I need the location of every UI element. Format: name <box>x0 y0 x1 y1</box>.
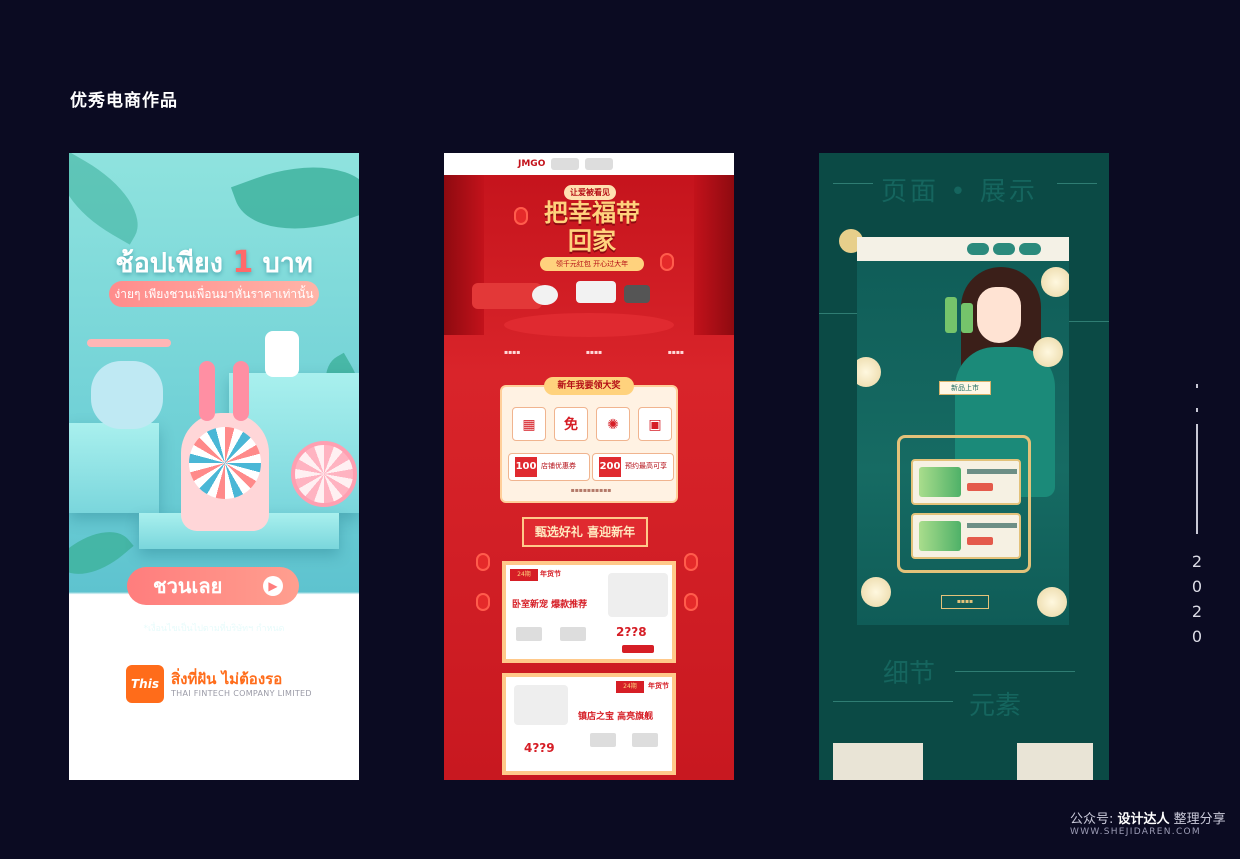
year-digit: 0 <box>1191 577 1203 596</box>
campaign-title: 把幸福带回家 <box>544 199 640 255</box>
year-digit: 2 <box>1191 552 1203 571</box>
curtain-right <box>694 175 734 335</box>
product-thumb <box>516 627 542 641</box>
brand-company: THAI FINTECH COMPANY LIMITED <box>171 689 312 698</box>
leaf-decoration <box>230 153 359 254</box>
peony-decoration <box>1037 587 1067 617</box>
lantern-icon <box>660 253 674 271</box>
store-logo: JMGO <box>518 159 546 169</box>
page-title: 优秀电商作品 <box>70 91 178 111</box>
panel-note: ▪▪▪▪▪▪▪▪▪▪ <box>570 487 612 494</box>
coupon-200[interactable]: 200 预约最高可享 <box>592 453 674 481</box>
prize-icon[interactable]: ▣ <box>638 407 672 441</box>
lantern-icon <box>684 553 698 571</box>
leaf-decoration <box>69 515 134 591</box>
detail-title: 细节 <box>883 659 936 689</box>
product-bottle <box>945 297 957 333</box>
gift-icon[interactable]: ▦ <box>512 407 546 441</box>
new-arrival-sign: 新品上市 <box>939 381 991 395</box>
year-digit: 0 <box>1191 627 1203 646</box>
product-card[interactable] <box>911 513 1021 559</box>
showcase-nav <box>857 237 1069 261</box>
view-more-button[interactable]: ▪▪▪▪ <box>941 595 989 609</box>
year-divider <box>1196 408 1198 412</box>
product-image <box>608 573 668 617</box>
projector-product <box>624 285 650 303</box>
brand-slogan: สิ่งที่ฝัน ไม่ต้องรอ <box>171 670 283 688</box>
product-image <box>514 685 568 725</box>
campaign-ribbon: 领千元红包 开心过大年 <box>540 257 644 271</box>
peony-decoration <box>1041 267 1069 297</box>
product-thumb <box>590 733 616 747</box>
free-icon[interactable]: 免 <box>554 407 588 441</box>
year-divider <box>1196 384 1198 388</box>
clip-fan-product <box>291 441 357 507</box>
watermark: 公众号: 设计达人 整理分享 <box>1070 812 1226 827</box>
cat-fan-product <box>91 361 163 429</box>
section-banner: 甄选好礼 喜迎新年 <box>522 517 648 547</box>
cny-promo-card[interactable]: JMGO 让爱被看见 把幸福带回家 领千元红包 开心过大年 ▪▪▪▪ ▪▪▪▪ ▪▪… <box>444 153 734 780</box>
lantern-icon <box>476 593 490 611</box>
showcase-page: 新品上市 ▪▪▪▪ <box>857 237 1069 625</box>
bunny-fan-product <box>181 361 269 531</box>
peony-decoration <box>861 577 891 607</box>
peony-decoration <box>1033 337 1063 367</box>
wheel-icon[interactable]: ✺ <box>596 407 630 441</box>
promo-card[interactable]: 4??9 24期 年货节 镇店之宝 高亮旗舰 <box>502 673 676 775</box>
lantern-icon <box>514 207 528 225</box>
leaf-decoration <box>69 153 155 245</box>
pattern-strip <box>1017 743 1093 780</box>
green-showcase-card[interactable]: 页面 • 展示 新品上市 ▪▪▪▪ 细节 元素 <box>819 153 1109 780</box>
lantern-icon <box>684 593 698 611</box>
product-thumb <box>560 627 586 641</box>
panel-title: 新年我要领大奖 <box>544 377 634 395</box>
thai-subline: ง่ายๆ เพียงชวนเพื่อนมาหั่นราคาเท่านั้น <box>109 281 319 307</box>
year-digit: 2 <box>1191 602 1203 621</box>
brand-logo: This <box>126 665 164 703</box>
store-topbar: JMGO <box>444 153 734 175</box>
lantern-icon <box>476 553 490 571</box>
watermark-url: WWW.SHEJIDAREN.COM <box>1070 827 1201 837</box>
peony-decoration <box>857 357 881 387</box>
showcase-title: 页面 • 展示 <box>881 177 1038 207</box>
arrow-right-icon: ▶ <box>263 576 283 596</box>
product-stage <box>504 313 674 337</box>
lottery-panel: 新年我要领大奖 ▦ 免 ✺ ▣ 100 店铺优惠券 200 预约最高可享 ▪▪▪… <box>500 377 678 503</box>
thai-promo-card[interactable]: ช้อปเพียง 1 บาท ง่ายๆ เพียงชวนเพื่อนมาหั… <box>69 153 359 780</box>
product-bottle <box>961 303 973 333</box>
projector-product <box>576 281 616 303</box>
activity-steps: ▪▪▪▪ ▪▪▪▪ ▪▪▪▪ <box>504 349 684 356</box>
disclaimer: *เงื่อนไขเป็นไปตามที่บริษัทฯ กำหนด <box>143 624 285 634</box>
invite-button[interactable]: ชวนเลย ▶ <box>127 567 299 605</box>
projector-product <box>532 285 558 305</box>
product-card[interactable] <box>911 459 1021 505</box>
product-thumb <box>632 733 658 747</box>
thai-headline: ช้อปเพียง 1 บาท <box>115 245 313 280</box>
fan-propeller <box>87 339 171 347</box>
coupon-100[interactable]: 100 店铺优惠券 <box>508 453 590 481</box>
pattern-strip <box>833 743 923 780</box>
year-divider <box>1196 424 1198 534</box>
curtain-left <box>444 175 484 335</box>
headline-number: 1 <box>232 245 254 280</box>
element-title: 元素 <box>969 691 1022 721</box>
campaign-tag: 让爱被看见 <box>564 185 616 200</box>
humidifier-product <box>265 331 299 377</box>
display-block <box>69 423 159 513</box>
promo-card[interactable]: 24期 年货节 卧室新宠 爆款推荐 2??8 <box>502 561 676 663</box>
